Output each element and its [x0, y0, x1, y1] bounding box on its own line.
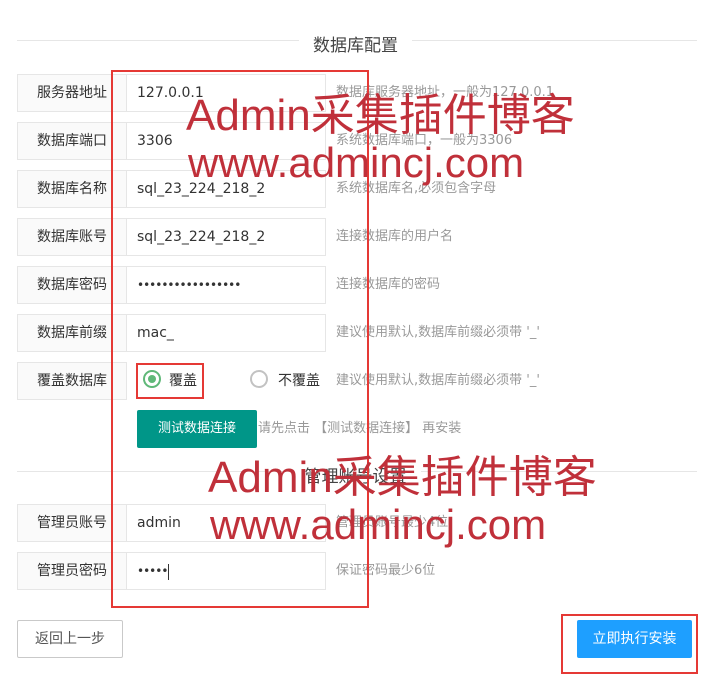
server-address-input[interactable]: 127.0.0.1 [126, 74, 326, 112]
overwrite-yes-label[interactable]: 覆盖 [169, 362, 197, 400]
db-name-input[interactable]: sql_23_224_218_2 [126, 170, 326, 208]
admin-password-input[interactable]: ••••• [126, 552, 326, 590]
db-port-input[interactable]: 3306 [126, 122, 326, 160]
install-button[interactable]: 立即执行安装 [577, 620, 692, 658]
overwrite-db-label: 覆盖数据库 [17, 362, 127, 400]
db-account-label: 数据库账号 [17, 218, 127, 256]
server-address-label: 服务器地址 [17, 74, 127, 112]
db-prefix-input[interactable]: mac_ [126, 314, 326, 352]
test-connection-button[interactable]: 测试数据连接 [137, 410, 257, 448]
db-account-input[interactable]: sql_23_224_218_2 [126, 218, 326, 256]
db-port-hint: 系统数据库端口，一般为3306 [336, 133, 513, 148]
db-password-label: 数据库密码 [17, 266, 127, 304]
admin-password-value: ••••• [137, 564, 168, 578]
overwrite-db-hint: 建议使用默认,数据库前缀必须带 '_' [336, 373, 540, 388]
db-prefix-hint: 建议使用默认,数据库前缀必须带 '_' [336, 325, 540, 340]
overwrite-yes-radio[interactable] [143, 370, 161, 388]
text-cursor [168, 563, 170, 580]
overwrite-no-label[interactable]: 不覆盖 [278, 362, 320, 400]
overwrite-no-radio[interactable] [250, 370, 268, 388]
admin-account-input[interactable]: admin [126, 504, 326, 542]
db-prefix-label: 数据库前缀 [17, 314, 127, 352]
admin-password-hint: 保证密码最少6位 [336, 563, 436, 578]
db-section-title-text: 数据库配置 [299, 36, 412, 56]
server-address-hint: 数据库服务器地址，一般为127.0.0.1 [336, 85, 555, 100]
db-name-label: 数据库名称 [17, 170, 127, 208]
admin-section-title-text: 管理账号设置 [290, 467, 421, 487]
back-button[interactable]: 返回上一步 [17, 620, 123, 658]
admin-account-hint: 管理员账号最少4位 [336, 515, 449, 530]
admin-password-label: 管理员密码 [17, 552, 127, 590]
db-account-hint: 连接数据库的用户名 [336, 229, 454, 244]
admin-account-label: 管理员账号 [17, 504, 127, 542]
test-connection-hint: 请先点击 【测试数据连接】 再安装 [258, 421, 462, 436]
db-port-label: 数据库端口 [17, 122, 127, 160]
db-section-title: 数据库配置 [0, 31, 711, 56]
db-password-hint: 连接数据库的密码 [336, 277, 441, 292]
admin-section-title: 管理账号设置 [0, 462, 711, 487]
db-name-hint: 系统数据库名,必须包含字母 [336, 181, 497, 196]
db-password-input[interactable]: ••••••••••••••••• [126, 266, 326, 304]
